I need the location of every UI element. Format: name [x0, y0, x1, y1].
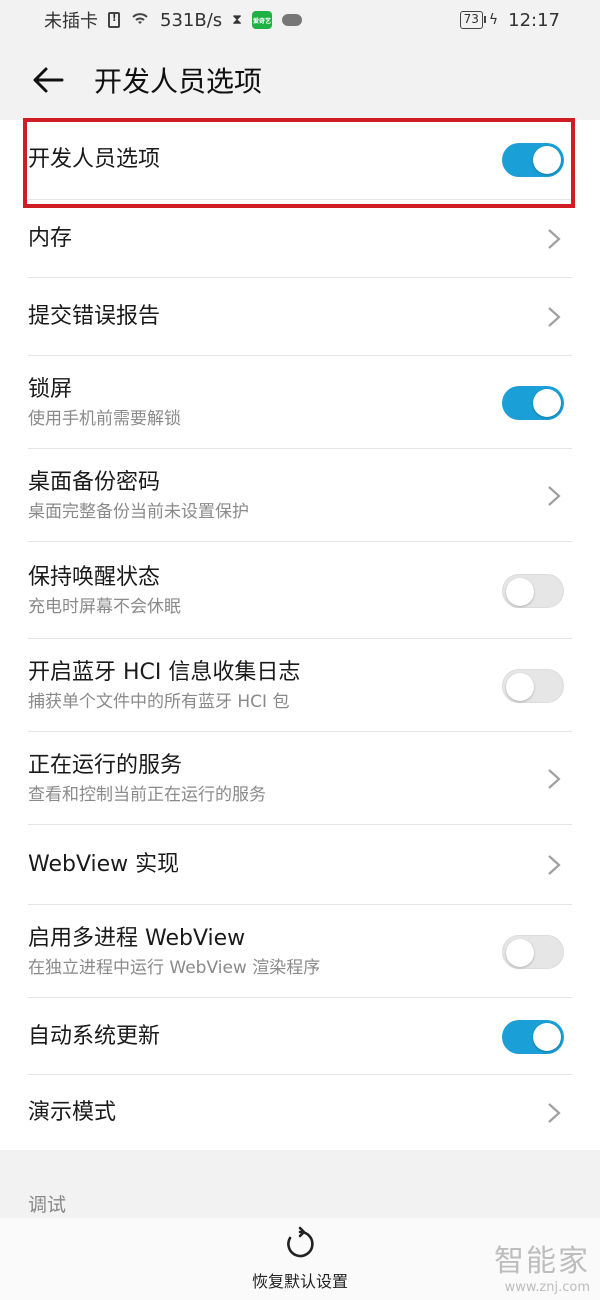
setting-row-stay-awake[interactable]: 保持唤醒状态 充电时屏幕不会休眠: [0, 542, 600, 639]
row-text: 保持唤醒状态 充电时屏幕不会休眠: [28, 563, 181, 619]
network-speed: 531B/s: [160, 9, 223, 31]
setting-title: 自动系统更新: [28, 1023, 161, 1049]
section-divider: [0, 1150, 600, 1220]
setting-subtitle: 在独立进程中运行 WebView 渲染程序: [28, 957, 321, 978]
carrier-text: 未插卡: [44, 11, 98, 32]
highlight-annotation-box: [23, 118, 575, 208]
row-text: 演示模式: [28, 1098, 116, 1128]
row-text: 启用多进程 WebView 在独立进程中运行 WebView 渲染程序: [28, 924, 320, 980]
chevron-right-icon: [548, 485, 561, 506]
status-right: 73 ϟ 12:17: [459, 9, 560, 31]
row-text: 自动系统更新: [28, 1022, 160, 1052]
app-badge-text: 爱奇艺: [252, 17, 271, 25]
setting-title: 提交错误报告: [28, 304, 161, 329]
setting-subtitle: 桌面完整备份当前未设置保护: [28, 501, 249, 522]
settings-list: 开发人员选项 内存 提交错误报告 锁屏 使用手机前需要解锁 桌面备份密码 桌面完…: [0, 120, 600, 1151]
setting-title: 开启蓝牙 HCI 信息收集日志: [28, 659, 301, 685]
toggle-knob: [533, 388, 561, 417]
setting-title: 正在运行的服务: [28, 752, 183, 778]
row-text: 内存: [28, 224, 72, 254]
restore-defaults-button[interactable]: 恢复默认设置: [252, 1268, 348, 1292]
clock: 12:17: [508, 9, 560, 31]
page-title: 开发人员选项: [94, 65, 263, 98]
row-text: 提交错误报告: [28, 302, 160, 332]
setting-row-auto-system-update[interactable]: 自动系统更新: [0, 998, 600, 1075]
battery-level: 73: [463, 12, 479, 26]
section-label-debug: 调试: [28, 1194, 67, 1216]
status-bar: 未插卡 531B/s ⧗ 爱奇艺 73 ϟ 12:17: [0, 0, 600, 40]
auto-system-update-toggle[interactable]: [502, 1019, 564, 1054]
setting-title: 演示模式: [28, 1100, 117, 1125]
setting-subtitle: 充电时屏幕不会休眠: [28, 596, 181, 617]
row-text: 正在运行的服务 查看和控制当前正在运行的服务: [28, 751, 266, 807]
toggle-knob: [506, 577, 534, 606]
setting-row-webview-implementation[interactable]: WebView 实现: [0, 825, 600, 905]
chevron-right-icon: [548, 1103, 561, 1123]
setting-row-backup-password[interactable]: 桌面备份密码 桌面完整备份当前未设置保护: [0, 449, 600, 542]
row-text: 桌面备份密码 桌面完整备份当前未设置保护: [28, 468, 249, 524]
watermark: 智能家 www.znj.com: [494, 1236, 590, 1295]
watermark-logo-text: 智能家: [494, 1244, 590, 1279]
row-text: 开启蓝牙 HCI 信息收集日志 捕获单个文件中的所有蓝牙 HCI 包: [28, 658, 300, 714]
cloud-icon: [281, 14, 302, 26]
charging-icon: ϟ: [488, 12, 499, 28]
chevron-right-icon: [548, 768, 561, 789]
iqiyi-app-icon: 爱奇艺: [251, 11, 272, 29]
setting-subtitle: 捕获单个文件中的所有蓝牙 HCI 包: [28, 691, 290, 712]
setting-row-memory[interactable]: 内存: [0, 200, 600, 278]
toggle-knob: [506, 938, 534, 967]
setting-row-demo-mode[interactable]: 演示模式: [0, 1075, 600, 1151]
setting-title: 桌面备份密码: [28, 469, 161, 495]
setting-title: 保持唤醒状态: [28, 564, 161, 590]
chevron-right-icon: [548, 855, 561, 875]
status-left: 未插卡 531B/s ⧗ 爱奇艺: [44, 7, 302, 33]
setting-title: 内存: [28, 226, 73, 251]
battery-icon: 73: [459, 11, 487, 29]
multiprocess-webview-toggle[interactable]: [502, 934, 564, 969]
setting-row-multiprocess-webview[interactable]: 启用多进程 WebView 在独立进程中运行 WebView 渲染程序: [0, 905, 600, 998]
setting-title: 锁屏: [28, 376, 73, 402]
setting-title: WebView 实现: [28, 852, 180, 877]
stay-awake-toggle[interactable]: [502, 573, 564, 608]
sim-icon: [108, 12, 120, 28]
watermark-url: www.znj.com: [504, 1280, 590, 1295]
lock-screen-toggle[interactable]: [502, 385, 564, 420]
toggle-knob: [506, 672, 534, 701]
chevron-right-icon: [548, 229, 561, 249]
hourglass-icon: ⧗: [232, 12, 242, 28]
wifi-icon: [130, 10, 150, 30]
chevron-right-icon: [548, 307, 561, 327]
row-text: WebView 实现: [28, 850, 179, 880]
setting-subtitle: 查看和控制当前正在运行的服务: [28, 784, 266, 805]
setting-row-running-services[interactable]: 正在运行的服务 查看和控制当前正在运行的服务: [0, 732, 600, 825]
app-header: 开发人员选项: [0, 40, 600, 120]
restore-icon[interactable]: [282, 1226, 318, 1262]
setting-row-bluetooth-hci-log[interactable]: 开启蓝牙 HCI 信息收集日志 捕获单个文件中的所有蓝牙 HCI 包: [0, 639, 600, 732]
setting-subtitle: 使用手机前需要解锁: [28, 408, 181, 429]
setting-row-bug-report[interactable]: 提交错误报告: [0, 278, 600, 356]
row-text: 锁屏 使用手机前需要解锁: [28, 375, 181, 431]
setting-row-lock-screen[interactable]: 锁屏 使用手机前需要解锁: [0, 356, 600, 449]
bluetooth-hci-log-toggle[interactable]: [502, 668, 564, 703]
back-arrow-icon[interactable]: [28, 60, 68, 100]
setting-title: 启用多进程 WebView: [28, 925, 246, 951]
toggle-knob: [533, 1022, 561, 1051]
